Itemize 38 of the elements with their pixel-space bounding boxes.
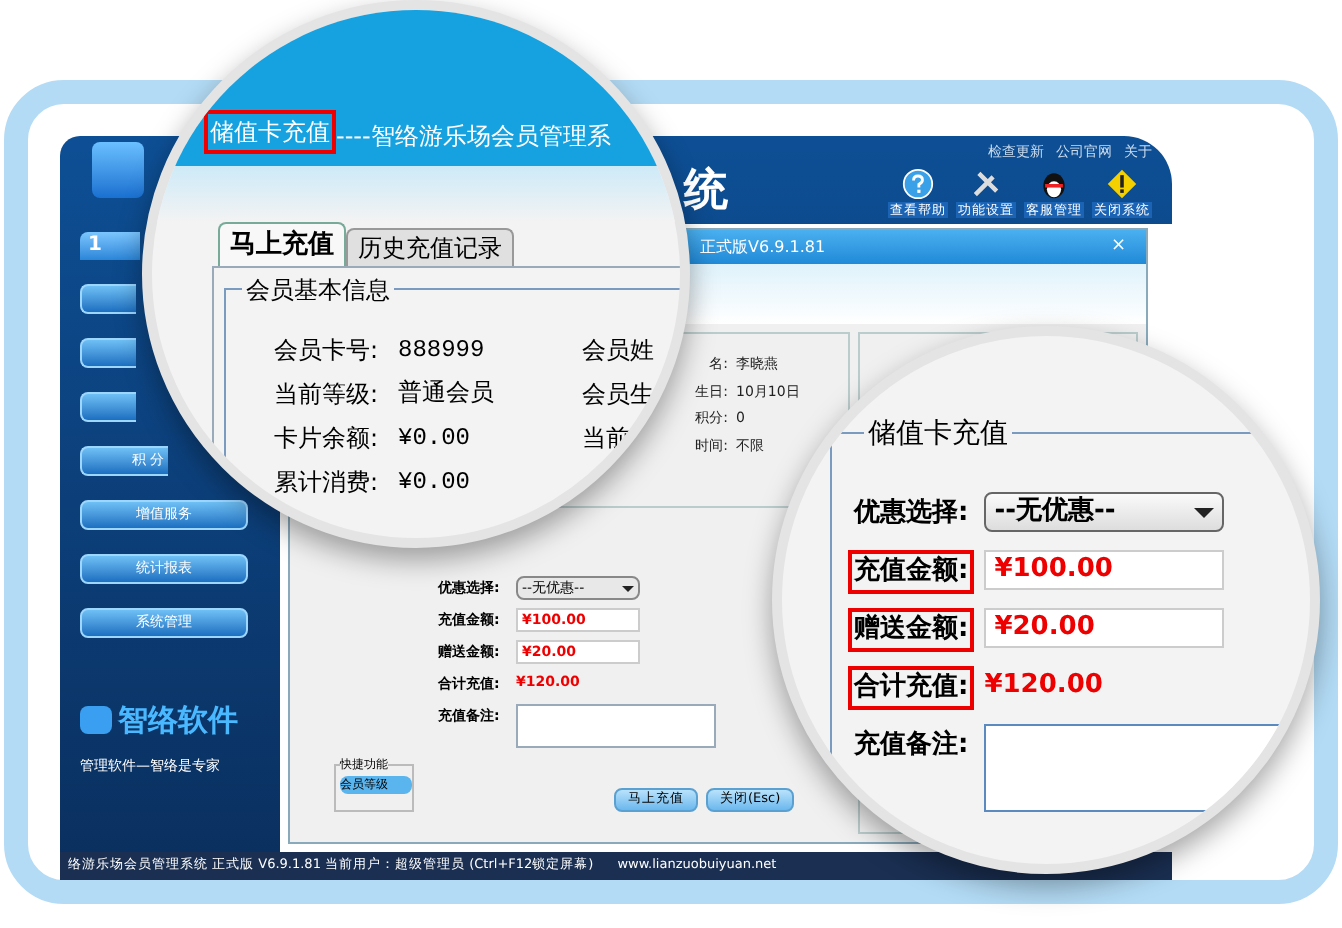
field-label: 合计充值: xyxy=(848,666,975,710)
remark-field[interactable] xyxy=(516,704,716,748)
field-label: 充值备注: xyxy=(852,727,971,764)
sidebar-button[interactable] xyxy=(80,284,136,314)
field-value: ¥0.00 xyxy=(398,422,473,456)
field-label: 优惠选择: xyxy=(851,496,971,532)
penguin-icon xyxy=(1038,167,1070,199)
field-value: ¥0.00 xyxy=(398,466,473,500)
field-value: 普通会员 xyxy=(398,377,496,412)
sidebar-button[interactable] xyxy=(80,392,136,422)
window-title-highlight: 储值卡充值 xyxy=(204,110,336,154)
dialog-title: 正式版V6.9.1.81 xyxy=(700,235,826,259)
field-label: 充值金额: xyxy=(848,550,975,594)
field-label: 赠送金额: xyxy=(848,608,975,652)
brand-name: 智络软件 xyxy=(118,700,238,742)
warning-icon xyxy=(1106,167,1138,199)
amount-field[interactable]: ¥20.00 xyxy=(984,608,1225,648)
discount-select[interactable]: --无优惠-- xyxy=(984,492,1225,532)
field-value: 888999 xyxy=(398,334,487,368)
logo-icon xyxy=(92,142,144,198)
field-label: 累计消费: xyxy=(274,466,381,500)
field-label: 当前等级: xyxy=(274,378,381,412)
field-label: 会员生 xyxy=(582,378,654,412)
logo-icon xyxy=(80,706,112,735)
sidebar-button[interactable] xyxy=(80,338,136,368)
amount-field[interactable]: ¥100.00 xyxy=(984,550,1225,590)
field-label: 卡片余额: xyxy=(274,422,381,456)
help-icon xyxy=(902,167,934,199)
field-label: 会员姓 xyxy=(582,334,654,368)
caret-icon xyxy=(622,585,634,591)
total-amount: ¥120.00 xyxy=(984,668,1103,704)
caret-icon xyxy=(1194,507,1215,517)
app-title: 统 xyxy=(684,164,728,220)
tab[interactable]: 历史充值记录 xyxy=(346,228,514,266)
window-title: ----智络游乐场会员管理系 xyxy=(336,120,611,154)
tab[interactable]: 马上充值 xyxy=(218,222,346,266)
group-title: 会员基本信息 xyxy=(242,272,394,308)
field-label: 会员卡号: xyxy=(274,334,381,368)
